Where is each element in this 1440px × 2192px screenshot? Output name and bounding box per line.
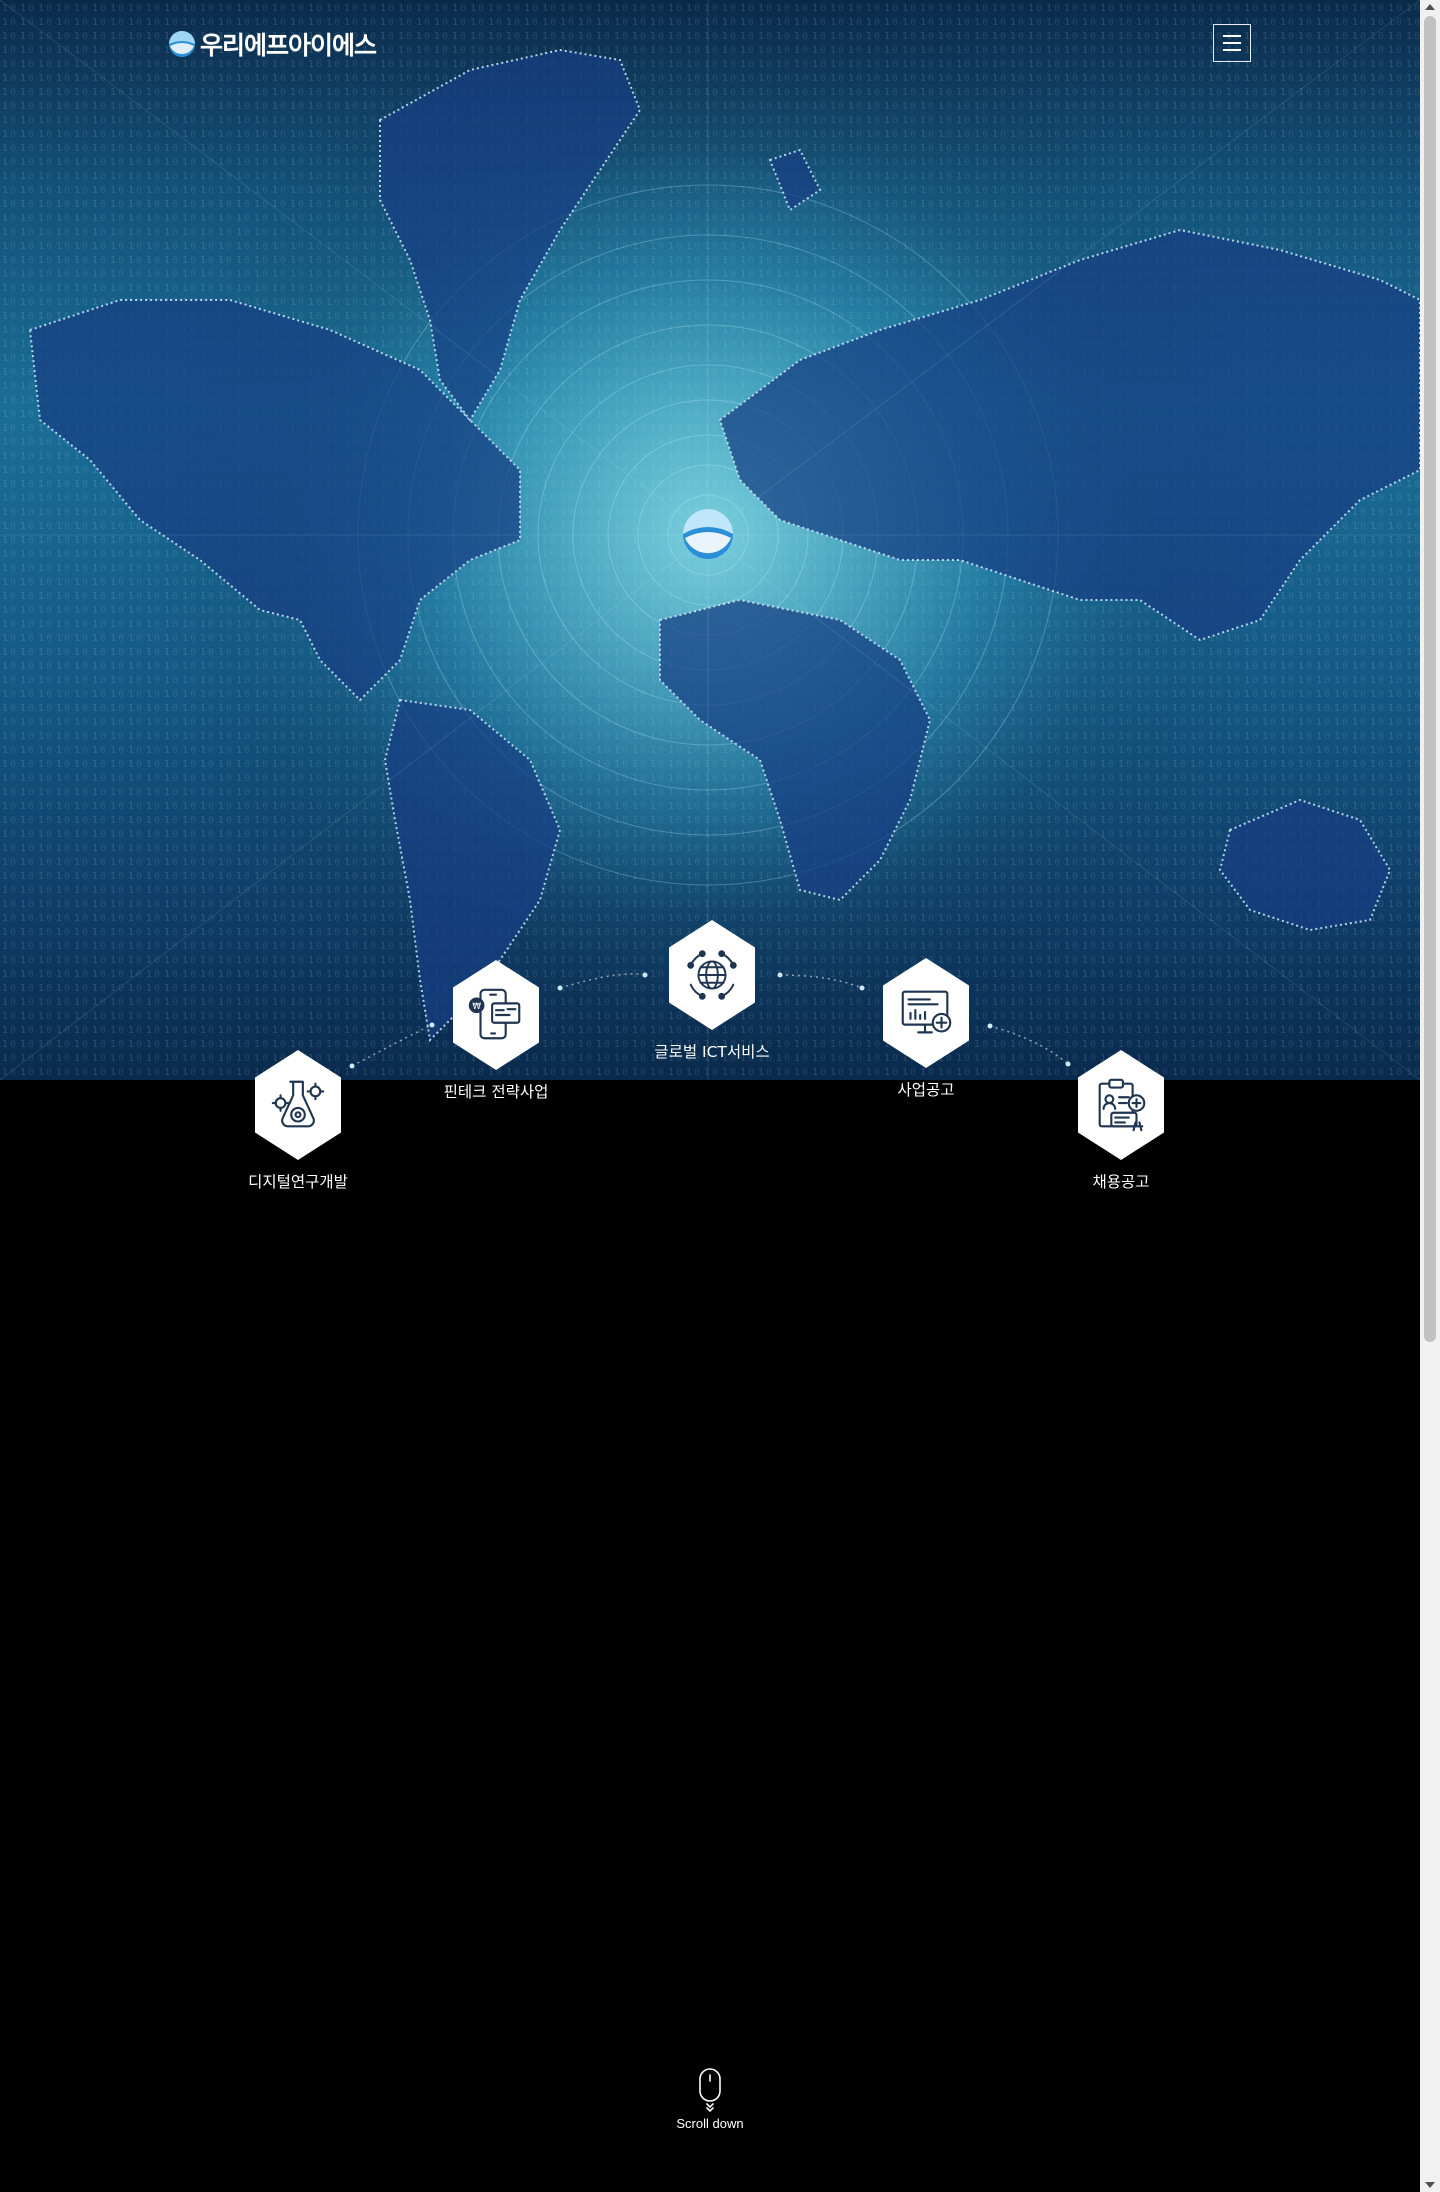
service-label: 사업공고 [897, 1081, 955, 1099]
service-label: 디지털연구개발 [248, 1173, 348, 1191]
service-hex [255, 1050, 341, 1160]
service-digital-research[interactable]: 디지털연구개발 [238, 1050, 358, 1192]
service-hex [883, 958, 969, 1068]
service-label: 핀테크 전략사업 [443, 1083, 549, 1101]
fintech-mobile-icon: ₩ [468, 988, 521, 1040]
svg-text:₩: ₩ [472, 1002, 481, 1012]
service-hex: ₩ [453, 960, 539, 1070]
recruit-document-icon [1098, 1078, 1146, 1132]
mouse-scroll-icon [699, 2068, 721, 2112]
scroll-down-label: Scroll down [676, 2116, 744, 2131]
service-hex [1078, 1050, 1164, 1160]
global-network-icon [687, 950, 737, 1000]
service-recruitment[interactable]: 채용공고 [1061, 1050, 1181, 1192]
page-scrollbar[interactable] [1420, 0, 1440, 2192]
scroll-down-indicator[interactable]: Scroll down [660, 2068, 760, 2131]
scroll-down-arrow-icon[interactable] [1425, 2182, 1435, 2188]
service-label: 채용공고 [1092, 1173, 1150, 1191]
service-hex [669, 920, 755, 1030]
service-global-ict[interactable]: 글로벌 ICT서비스 [652, 920, 772, 1062]
service-business-notice[interactable]: 사업공고 [866, 958, 986, 1100]
scrollbar-thumb[interactable] [1424, 16, 1436, 1342]
monitor-plus-icon [901, 990, 952, 1034]
scroll-up-arrow-icon[interactable] [1425, 4, 1435, 10]
service-label: 글로벌 ICT서비스 [654, 1043, 770, 1061]
service-fintech[interactable]: ₩ 핀테크 전략사업 [436, 960, 556, 1102]
digital-research-icon [271, 1080, 325, 1128]
